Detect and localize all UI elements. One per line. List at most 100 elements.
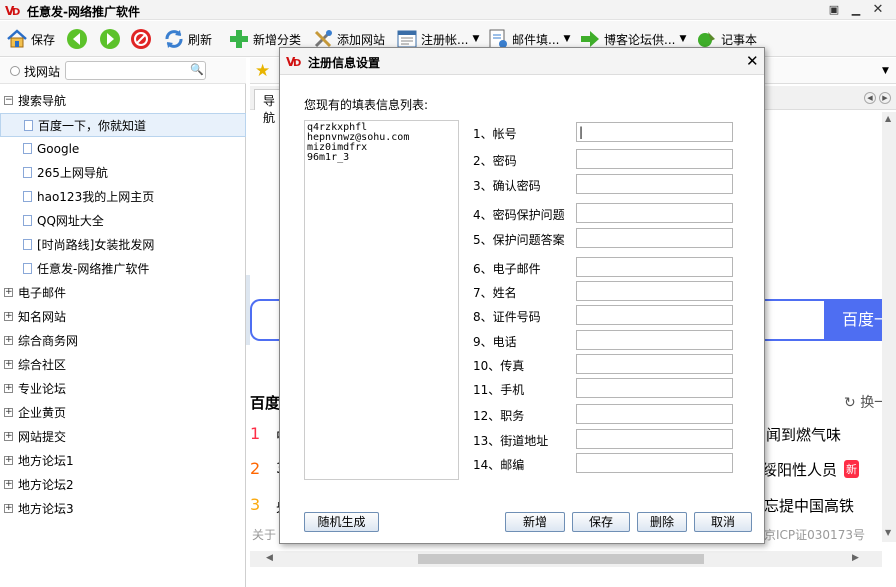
password-input[interactable] [576, 149, 733, 169]
scroll-right-icon[interactable]: ▶ [852, 553, 859, 563]
hot-item-right[interactable]: 绥阳性人员 [762, 459, 837, 480]
tab-nav[interactable]: 导航 [254, 89, 280, 125]
tree-group[interactable]: + 地方论坛1 [0, 449, 246, 473]
hot-list-title: 百度 [250, 394, 281, 412]
dropdown-arrow-icon: ▼ [563, 34, 571, 44]
tree-group[interactable]: + 综合社区 [0, 353, 246, 377]
expand-icon[interactable]: + [4, 360, 13, 369]
horizontal-scrollbar[interactable]: ◀ ▶ [250, 551, 882, 567]
site-tree: − 搜索导航 百度一下，你就知道 Google 265上网导航 hao123我的… [0, 89, 246, 521]
stop-button[interactable] [130, 27, 152, 51]
search-input[interactable] [65, 61, 206, 80]
scroll-up-icon[interactable]: ▲ [885, 114, 891, 123]
tree-group[interactable]: + 电子邮件 [0, 281, 246, 305]
page-icon [23, 263, 32, 274]
collapse-icon[interactable]: − [4, 96, 13, 105]
address-dropdown-icon[interactable]: ▼ [882, 66, 889, 76]
dialog-close-icon[interactable]: ✕ [746, 52, 759, 70]
postcode-input[interactable] [576, 453, 733, 473]
page-icon [23, 191, 32, 202]
id-number-input[interactable] [576, 305, 733, 325]
save-button[interactable]: 保存 [6, 27, 55, 51]
tab-scroll-left-icon[interactable]: ◀ [864, 92, 876, 104]
forward-button[interactable] [99, 27, 121, 51]
tree-item[interactable]: Google [0, 137, 246, 161]
mobile-input[interactable] [576, 378, 733, 398]
hot-rank: 3 [250, 495, 261, 514]
hot-item-right[interactable]: 闻到燃气味 [766, 424, 841, 445]
page-icon [23, 167, 32, 178]
expand-icon[interactable]: + [4, 312, 13, 321]
svg-text:D: D [12, 7, 20, 17]
tree-group-search-nav[interactable]: − 搜索导航 [0, 89, 246, 113]
hot-item-right[interactable]: 忘提中国高铁 [764, 495, 854, 516]
tab-scroll-right-icon[interactable]: ▶ [879, 92, 891, 104]
tree-group[interactable]: + 专业论坛 [0, 377, 246, 401]
tree-group[interactable]: + 企业黄页 [0, 401, 246, 425]
forward-arrow-icon [99, 28, 121, 50]
tree-group[interactable]: + 网站提交 [0, 425, 246, 449]
name-input[interactable] [576, 281, 733, 301]
tree-item[interactable]: hao123我的上网主页 [0, 185, 246, 209]
expand-icon[interactable]: + [4, 384, 13, 393]
page-icon [23, 143, 32, 154]
notepad-label: 记事本 [721, 32, 758, 47]
security-question-input[interactable] [576, 203, 733, 223]
street-address-input[interactable] [576, 429, 733, 449]
add-button[interactable]: 新增 [505, 512, 565, 532]
scroll-down-icon[interactable]: ▼ [885, 528, 891, 537]
footer-about-link[interactable]: 关于 [252, 526, 276, 543]
scroll-thumb[interactable] [418, 554, 704, 564]
close-window-icon[interactable]: ✕ [871, 3, 885, 17]
field-name: 7、姓名 [473, 281, 743, 303]
sidebar: 找网站 🔍 − 搜索导航 百度一下，你就知道 Google 265上网导航 ha… [0, 58, 246, 587]
expand-icon[interactable]: + [4, 336, 13, 345]
tree-item[interactable]: 265上网导航 [0, 161, 246, 185]
account-input[interactable]: | [576, 122, 733, 142]
scroll-left-icon[interactable]: ◀ [266, 553, 273, 563]
security-answer-input[interactable] [576, 228, 733, 248]
phone-input[interactable] [576, 330, 733, 350]
refresh-button[interactable]: 刷新 [163, 27, 212, 51]
favorite-star-icon[interactable]: ★ [255, 61, 270, 81]
position-input[interactable] [576, 404, 733, 424]
tree-item[interactable]: [时尚路线]女装批发网 [0, 233, 246, 257]
hot-rank: 1 [250, 424, 261, 443]
confirm-password-input[interactable] [576, 174, 733, 194]
refresh-label: 刷新 [188, 32, 213, 47]
list-item[interactable]: 96m1r_3 [307, 153, 456, 163]
menu-icon[interactable]: ▣ [827, 3, 841, 17]
expand-icon[interactable]: + [4, 456, 13, 465]
delete-button[interactable]: 删除 [637, 512, 687, 532]
tree-group[interactable]: + 地方论坛2 [0, 473, 246, 497]
save-dialog-button[interactable]: 保存 [572, 512, 630, 532]
random-generate-button[interactable]: 随机生成 [304, 512, 379, 532]
tree-item[interactable]: 百度一下，你就知道 [0, 113, 246, 137]
search-radio[interactable] [10, 66, 20, 76]
expand-icon[interactable]: + [4, 288, 13, 297]
email-input[interactable] [576, 257, 733, 277]
vertical-scrollbar[interactable]: ▲ ▼ [882, 112, 896, 542]
tree-group[interactable]: + 综合商务网 [0, 329, 246, 353]
info-list[interactable]: q4rzkxphfl hepnvnwz@sohu.com miz0imdfrx … [304, 120, 459, 480]
fax-input[interactable] [576, 354, 733, 374]
field-account: 1、帐号 | [473, 122, 743, 144]
cancel-button[interactable]: 取消 [694, 512, 752, 532]
tree-item[interactable]: QQ网址大全 [0, 209, 246, 233]
field-email: 6、电子邮件 [473, 257, 743, 279]
expand-icon[interactable]: + [4, 432, 13, 441]
tree-group[interactable]: + 地方论坛3 [0, 497, 246, 521]
tree-group[interactable]: + 知名网站 [0, 305, 246, 329]
expand-icon[interactable]: + [4, 504, 13, 513]
back-arrow-icon [66, 28, 88, 50]
tree-item[interactable]: 任意发-网络推广软件 [0, 257, 246, 281]
dropdown-arrow-icon: ▼ [472, 34, 480, 44]
app-window: VD 任意发-网络推广软件 ▣ ▁ ✕ 保存 刷新 新增分类 添加网站 注册帐.… [0, 0, 896, 587]
page-icon [23, 239, 32, 250]
expand-icon[interactable]: + [4, 480, 13, 489]
minimize-icon[interactable]: ▁ [849, 3, 863, 17]
back-button[interactable] [66, 27, 88, 51]
dropdown-arrow-icon: ▼ [679, 34, 687, 44]
expand-icon[interactable]: + [4, 408, 13, 417]
search-icon[interactable]: 🔍 [190, 63, 204, 76]
